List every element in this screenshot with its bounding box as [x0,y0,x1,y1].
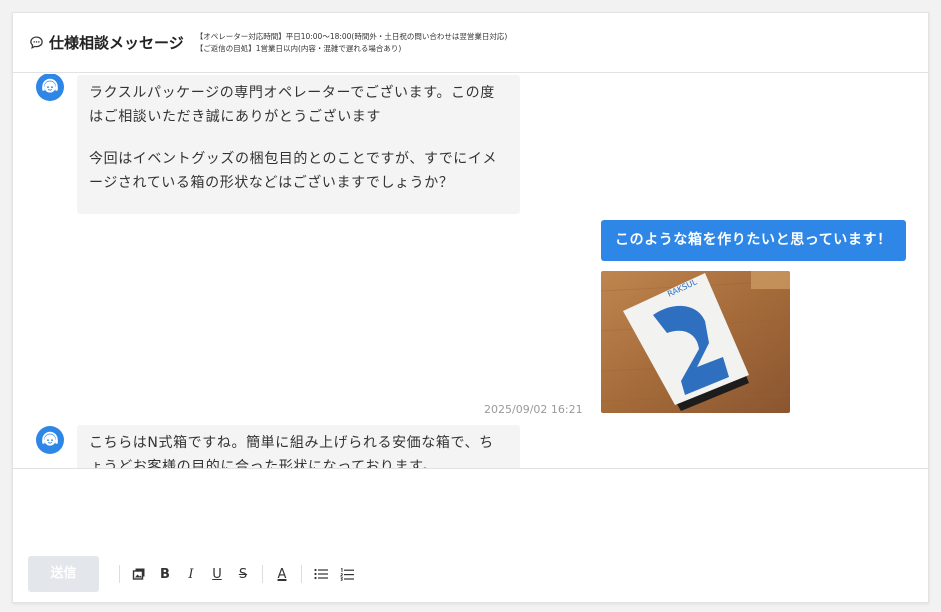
bullet-list-button[interactable] [308,562,334,586]
message-list[interactable]: ラクスルパッケージの専門オペレーターでございます。この度 はご相談いただき誠にあ… [13,74,928,468]
operator-message: こちらはN式箱ですね。簡単に組み上げられる安価な箱で、ち ょうどお客様の目的に合… [77,425,520,468]
operator-avatar [36,426,64,454]
chat-header: 仕様相談メッセージ 【オペレーター対応時間】平日10:00〜18:00(時間外・… [13,13,928,73]
toolbar-divider [262,565,263,583]
strikethrough-button[interactable]: S [230,562,256,586]
send-button[interactable]: 送信 [28,556,99,592]
underline-button[interactable]: U [204,562,230,586]
support-hours-note: 【オペレーター対応時間】平日10:00〜18:00(時間外・土日祝の問い合わせは… [196,31,508,55]
user-message: このような箱を作りたいと思っています！ [601,220,906,261]
operator-headset-icon [42,78,58,93]
reply-estimate-text: 【ご返信の目処】1営業日以内(内容・混雑で遅れる場合あり) [195,43,402,53]
operator-hours-text: 【オペレーター対応時間】平日10:00〜18:00(時間外・土日祝の問い合わせは… [195,31,508,41]
toolbar-divider [119,565,120,583]
message-input[interactable] [29,481,909,541]
toolbar-divider [301,565,302,583]
message-text: 今回はイベントグッズの梱包目的とのことですが、すでにイメ ージされている箱の形状… [89,151,498,191]
chat-panel: 仕様相談メッセージ 【オペレーター対応時間】平日10:00〜18:00(時間外・… [12,12,929,603]
bold-icon: B [160,566,170,582]
text-color-button[interactable]: A [269,562,295,586]
underline-icon: U [212,566,222,582]
box-photo-image: RAKSUL [601,271,790,413]
numbered-list-button[interactable] [334,562,360,586]
chat-bubble-icon [30,36,43,49]
numbered-list-icon [340,567,354,581]
bullet-list-icon [314,568,328,580]
operator-avatar [36,74,64,101]
operator-headset-icon [42,431,58,446]
strikethrough-icon: S [238,566,248,582]
operator-message: ラクスルパッケージの専門オペレーターでございます。この度 はご相談いただき誠にあ… [77,75,520,214]
user-attached-photo[interactable]: RAKSUL [601,271,790,413]
page-title: 仕様相談メッセージ [49,34,184,52]
italic-button[interactable]: I [178,562,204,586]
message-text: ラクスルパッケージの専門オペレーターでございます。この度 はご相談いただき誠にあ… [89,85,495,125]
message-composer: 送信 B I U S A [13,468,928,602]
message-text: こちらはN式箱ですね。簡単に組み上げられる安価な箱で、ち ょうどお客様の目的に合… [89,435,494,468]
message-timestamp: 2025/09/02 16:21 [484,403,583,416]
bold-button[interactable]: B [152,562,178,586]
formatting-toolbar: B I U S A [113,562,360,586]
italic-icon: I [188,566,194,582]
insert-image-button[interactable] [126,562,152,586]
text-color-icon: A [277,566,287,582]
image-icon [132,568,145,580]
